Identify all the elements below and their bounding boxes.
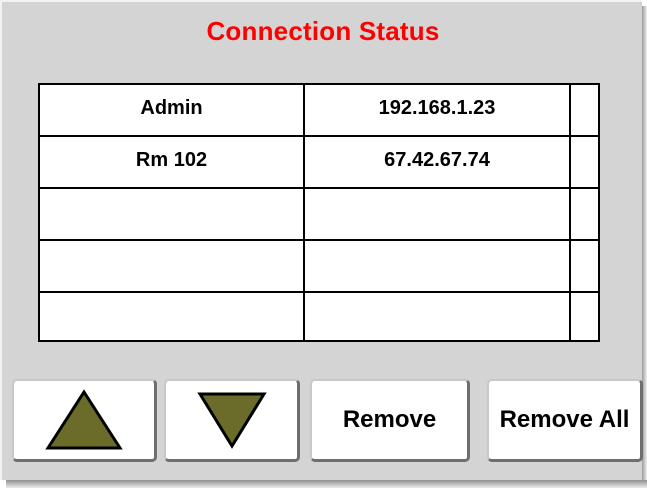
remove-all-button[interactable]: Remove All	[487, 379, 643, 462]
connection-table: Admin 192.168.1.23 Rm 102 67.42.67.74	[38, 83, 600, 342]
connection-name-cell	[40, 241, 305, 291]
up-triangle-icon	[45, 389, 123, 450]
table-row[interactable]: Admin 192.168.1.23	[40, 85, 598, 137]
connection-extra-cell	[571, 189, 598, 239]
page-title: Connection Status	[206, 16, 440, 46]
connection-ip-cell	[305, 241, 571, 291]
connection-status-panel: Connection Status Admin 192.168.1.23 Rm …	[0, 0, 643, 480]
connection-ip-cell: 67.42.67.74	[305, 137, 571, 187]
table-row[interactable]	[40, 241, 598, 293]
connection-ip-cell	[305, 189, 571, 239]
remove-all-button-label: Remove All	[499, 406, 630, 433]
table-row[interactable]	[40, 189, 598, 241]
connection-name-cell	[40, 293, 305, 340]
connection-name-cell	[40, 189, 305, 239]
connection-name-cell: Rm 102	[40, 137, 305, 187]
panel-shadow-bottom	[6, 480, 647, 488]
remove-button[interactable]: Remove	[310, 379, 470, 462]
connection-extra-cell	[571, 241, 598, 291]
table-row[interactable]	[40, 293, 598, 340]
connection-name-cell: Admin	[40, 85, 305, 135]
connection-extra-cell	[571, 293, 598, 340]
connection-extra-cell	[571, 85, 598, 135]
connection-ip-cell: 192.168.1.23	[305, 85, 571, 135]
remove-button-label: Remove	[342, 406, 437, 433]
table-row[interactable]: Rm 102 67.42.67.74	[40, 137, 598, 189]
connection-extra-cell	[571, 137, 598, 187]
scroll-up-button[interactable]	[12, 379, 157, 462]
down-triangle-icon	[196, 392, 267, 449]
connection-ip-cell	[305, 293, 571, 340]
scroll-down-button[interactable]	[164, 379, 300, 462]
